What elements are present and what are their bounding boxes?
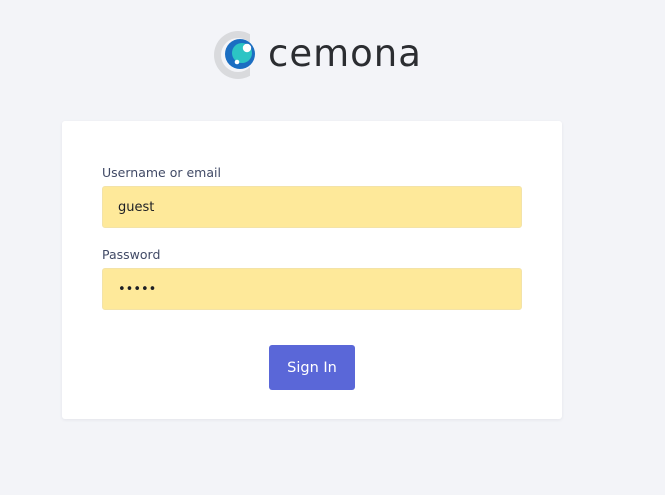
sign-in-button[interactable]: Sign In (269, 345, 355, 390)
password-input[interactable] (102, 268, 522, 310)
login-card: Username or email Password Sign In (62, 121, 562, 419)
password-label: Password (102, 247, 161, 262)
brand-name: cemona (268, 31, 422, 75)
username-input[interactable] (102, 186, 522, 228)
password-field-group: Password (102, 247, 522, 310)
username-label: Username or email (102, 165, 221, 180)
login-page: cemona Username or email Password Sign I… (0, 0, 665, 495)
brand-header: cemona (212, 28, 422, 82)
username-field-group: Username or email (102, 165, 522, 228)
cemona-logo-icon (214, 29, 264, 81)
